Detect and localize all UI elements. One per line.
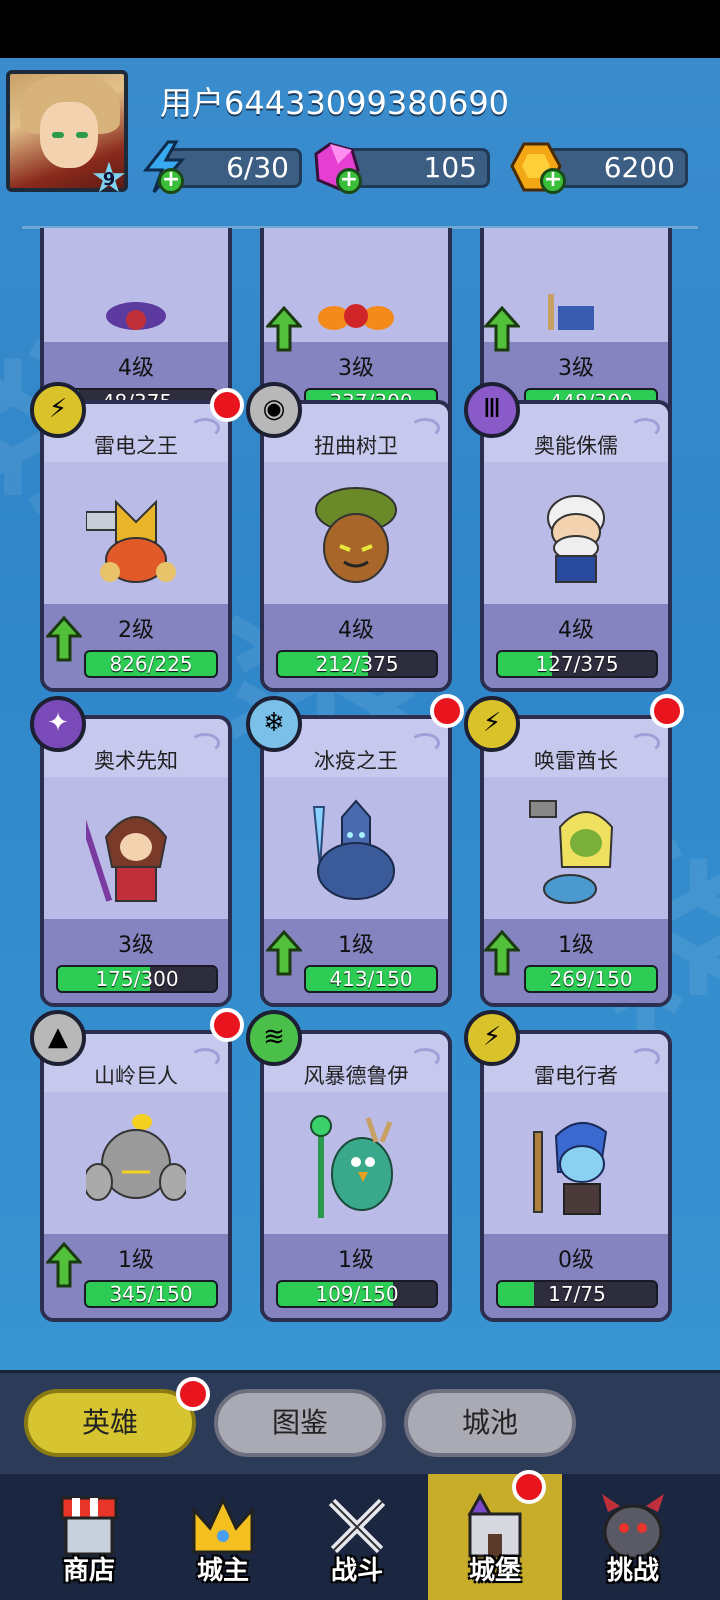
hero-level: 4级 [558, 618, 594, 643]
lightning-icon: ⚡ [30, 382, 86, 438]
progress-text: 17/75 [548, 1282, 606, 1306]
tornado-icon: ≋ [246, 1010, 302, 1066]
tab-city[interactable]: 城池 [404, 1389, 576, 1457]
nav-challenge[interactable]: 挑战 [566, 1474, 700, 1600]
progress-text: 345/150 [109, 1282, 193, 1306]
fire-hero-icon [318, 304, 394, 330]
tab-heroes[interactable]: 英雄 [24, 1389, 196, 1457]
progress-text: 826/225 [109, 652, 193, 676]
hero-card[interactable]: 奥能侏儒 4级 127/375 [480, 400, 672, 692]
hero-name: 扭曲树卫 [314, 434, 398, 458]
hero-name: 奥能侏儒 [534, 434, 618, 458]
upgrade-arrow-icon [46, 1242, 82, 1288]
player-level: 9 [102, 169, 116, 190]
hero-card[interactable]: 奥术先知 3级 175/300 [40, 715, 232, 1007]
hero-level: 3级 [118, 933, 154, 958]
hero-name: 雷电行者 [534, 1064, 618, 1088]
lightning-icon: ⚡ [464, 1010, 520, 1066]
stone-icon: ◉ [246, 382, 302, 438]
storm-druid-hero-icon [310, 1115, 393, 1218]
hero-grid: 4级 48/375 3级 337/300 3级 448/300 雷电之王 2级 … [0, 228, 720, 1340]
hero-card[interactable]: 风暴德鲁伊 1级 109/150 [260, 1030, 452, 1322]
progress-bar: 269/150 [524, 965, 658, 993]
status-bar [0, 0, 720, 58]
hero-name: 风暴德鲁伊 [303, 1064, 409, 1088]
progress-bar: 175/300 [56, 965, 218, 993]
notification-dot [650, 694, 684, 728]
notification-dot [210, 1008, 244, 1042]
arcane-icon: Ⅲ [464, 382, 520, 438]
dark-hero-icon [106, 302, 166, 330]
progress-text: 413/150 [329, 967, 413, 991]
nav-battle[interactable]: 战斗 [290, 1474, 424, 1600]
notification-dot [512, 1470, 546, 1504]
hero-name: 冰疫之王 [314, 749, 398, 773]
nav-label: 挑战 [606, 1556, 659, 1586]
add-gems-button[interactable]: + [336, 168, 362, 194]
progress-bar: 109/150 [276, 1280, 438, 1308]
hero-card[interactable]: 扭曲树卫 4级 212/375 [260, 400, 452, 692]
arcane-prophet-hero-icon [86, 816, 168, 902]
hero-level: 4级 [338, 618, 374, 643]
hero-name: 奥术先知 [94, 749, 178, 773]
upgrade-arrow-icon [266, 930, 302, 976]
nav-label: 商店 [62, 1556, 115, 1586]
tab-codex[interactable]: 图鉴 [214, 1389, 386, 1457]
progress-text: 175/300 [95, 967, 179, 991]
tab-bar: 英雄 图鉴 城池 [0, 1370, 720, 1474]
thunder-chief-hero-icon [529, 800, 614, 904]
arcane-staff-icon: ✦ [30, 696, 86, 752]
upgrade-arrow-icon [46, 616, 82, 662]
nav-lord[interactable]: 城主 [156, 1474, 290, 1600]
hero-level: 1级 [338, 1248, 374, 1273]
hero-level: 3级 [338, 356, 374, 381]
progress-bar: 17/75 [496, 1280, 658, 1308]
progress-text: 269/150 [549, 967, 633, 991]
progress-bar: 212/375 [276, 650, 438, 678]
nav-shop[interactable]: 商店 [22, 1474, 156, 1600]
progress-bar: 826/225 [84, 650, 218, 678]
treant-hero-icon [315, 487, 397, 583]
hero-level: 3级 [558, 356, 594, 381]
bottom-nav: 商店 城主 战斗 城堡 挑战 [0, 1470, 720, 1600]
nav-label: 城主 [196, 1556, 249, 1586]
nav-label: 战斗 [330, 1556, 383, 1586]
thunder-king-hero-icon [86, 499, 176, 583]
ice-mage-hero-icon [548, 294, 594, 330]
progress-bar: 413/150 [304, 965, 438, 993]
progress-bar: 345/150 [84, 1280, 218, 1308]
notification-dot [430, 694, 464, 728]
gnome-hero-icon [547, 495, 605, 583]
upgrade-arrow-icon [484, 930, 520, 976]
mountain-icon: ▲ [30, 1010, 86, 1066]
hero-level: 0级 [558, 1248, 594, 1273]
progress-text: 127/375 [535, 652, 619, 676]
thunder-walker-hero-icon [533, 1122, 608, 1215]
nav-label: 城堡 [468, 1556, 521, 1586]
mountain-giant-hero-icon [86, 1114, 186, 1201]
upgrade-arrow-icon [266, 306, 302, 352]
hero-level: 4级 [118, 356, 154, 381]
progress-text: 212/375 [315, 652, 399, 676]
hero-card[interactable]: 雷电行者 0级 17/75 [480, 1030, 672, 1322]
ice-crystal-icon: ❄ [246, 696, 302, 752]
notification-dot [176, 1377, 210, 1411]
hero-name: 雷电之王 [94, 434, 178, 458]
lich-king-hero-icon [312, 799, 395, 900]
progress-text: 109/150 [315, 1282, 399, 1306]
progress-bar: 127/375 [496, 650, 658, 678]
hero-name: 山岭巨人 [94, 1064, 178, 1088]
notification-dot [210, 388, 244, 422]
add-energy-button[interactable]: + [158, 168, 184, 194]
lightning-icon: ⚡ [464, 696, 520, 752]
username: 用户64433099380690 [160, 84, 510, 122]
add-gold-button[interactable]: + [540, 168, 566, 194]
hero-name: 唤雷酋长 [534, 749, 618, 773]
upgrade-arrow-icon [484, 306, 520, 352]
